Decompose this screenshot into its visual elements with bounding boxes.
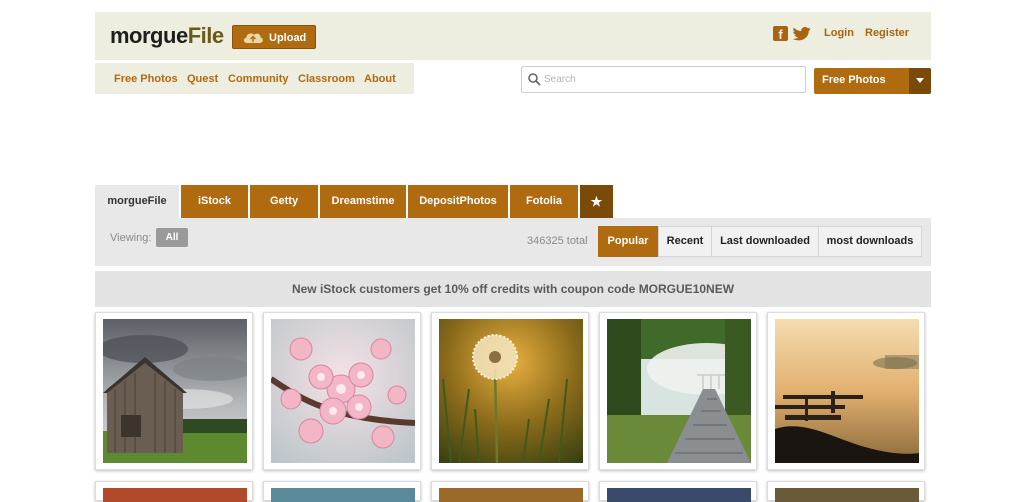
promo-banner: New iStock customers get 10% off credits… xyxy=(95,271,931,307)
photo-thumb-barn[interactable] xyxy=(95,312,253,470)
sort-recent[interactable]: Recent xyxy=(658,226,712,257)
sort-popular[interactable]: Popular xyxy=(598,226,658,257)
photo-thumb-image xyxy=(607,488,751,502)
photo-thumb-row2-1[interactable] xyxy=(95,481,253,502)
login-link[interactable]: Login xyxy=(824,27,854,39)
total-count: 346325 total xyxy=(527,235,588,247)
barn-photo xyxy=(103,319,247,463)
tab-fotolia[interactable]: Fotolia xyxy=(510,185,578,218)
tab-dreamstime[interactable]: Dreamstime xyxy=(320,185,406,218)
dandelion-photo xyxy=(439,319,583,463)
nav-about[interactable]: About xyxy=(364,73,396,85)
sunset-dock-photo xyxy=(775,319,919,463)
photo-thumb-image xyxy=(439,488,583,502)
photo-thumb-image xyxy=(103,488,247,502)
foggy-boardwalk-photo xyxy=(607,319,751,463)
photo-thumb-dandelion[interactable] xyxy=(431,312,589,470)
nav-community[interactable]: Community xyxy=(228,73,289,85)
tab-getty[interactable]: Getty xyxy=(250,185,318,218)
photo-thumb-row2-5[interactable] xyxy=(767,481,925,502)
photo-thumb-row2-2[interactable] xyxy=(263,481,421,502)
twitter-icon[interactable] xyxy=(793,27,811,41)
photo-thumb-row2-4[interactable] xyxy=(599,481,757,502)
morguefile-logo[interactable]: morgueFile xyxy=(110,23,224,49)
photo-thumb-sunset-dock[interactable] xyxy=(767,312,925,470)
upload-label: Upload xyxy=(269,32,307,44)
viewing-label: Viewing: xyxy=(110,232,152,244)
register-link[interactable]: Register xyxy=(865,27,909,39)
main-nav: Free Photos Quest Community Classroom Ab… xyxy=(95,63,414,94)
source-select-value: Free Photos xyxy=(822,74,886,86)
photo-thumb-cherry-blossom[interactable] xyxy=(263,312,421,470)
logo-text-morgue: morgue xyxy=(110,23,188,48)
viewing-all-filter[interactable]: All xyxy=(156,228,188,247)
photo-thumb-row2-3[interactable] xyxy=(431,481,589,502)
photo-thumb-image xyxy=(271,488,415,502)
source-select[interactable]: Free Photos xyxy=(814,68,931,94)
filter-bar: Viewing: All 346325 total Popular Recent… xyxy=(95,218,931,266)
sort-last-downloaded[interactable]: Last downloaded xyxy=(711,226,819,257)
nav-classroom[interactable]: Classroom xyxy=(298,73,355,85)
search-icon xyxy=(528,73,541,86)
tab-morguefile[interactable]: morgueFile xyxy=(95,185,179,218)
facebook-icon[interactable]: f xyxy=(773,26,788,42)
source-select-toggle[interactable] xyxy=(909,68,931,94)
chevron-down-icon xyxy=(916,78,924,83)
photo-thumb-foggy-boardwalk[interactable] xyxy=(599,312,757,470)
sort-most-downloads[interactable]: most downloads xyxy=(818,226,922,257)
photo-thumb-image xyxy=(775,488,919,502)
cherry-blossom-photo xyxy=(271,319,415,463)
search-input[interactable] xyxy=(544,71,799,88)
upload-cloud-icon xyxy=(243,33,263,43)
nav-free-photos[interactable]: Free Photos xyxy=(114,73,178,85)
search-box xyxy=(521,66,806,93)
star-icon[interactable]: ★ xyxy=(580,185,613,218)
tab-depositphotos[interactable]: DepositPhotos xyxy=(408,185,508,218)
tab-istock[interactable]: iStock xyxy=(181,185,248,218)
site-header: morgueFile Upload f Login Register xyxy=(95,12,931,60)
logo-text-file: File xyxy=(187,23,224,48)
nav-quest[interactable]: Quest xyxy=(187,73,218,85)
upload-button[interactable]: Upload xyxy=(232,25,316,49)
